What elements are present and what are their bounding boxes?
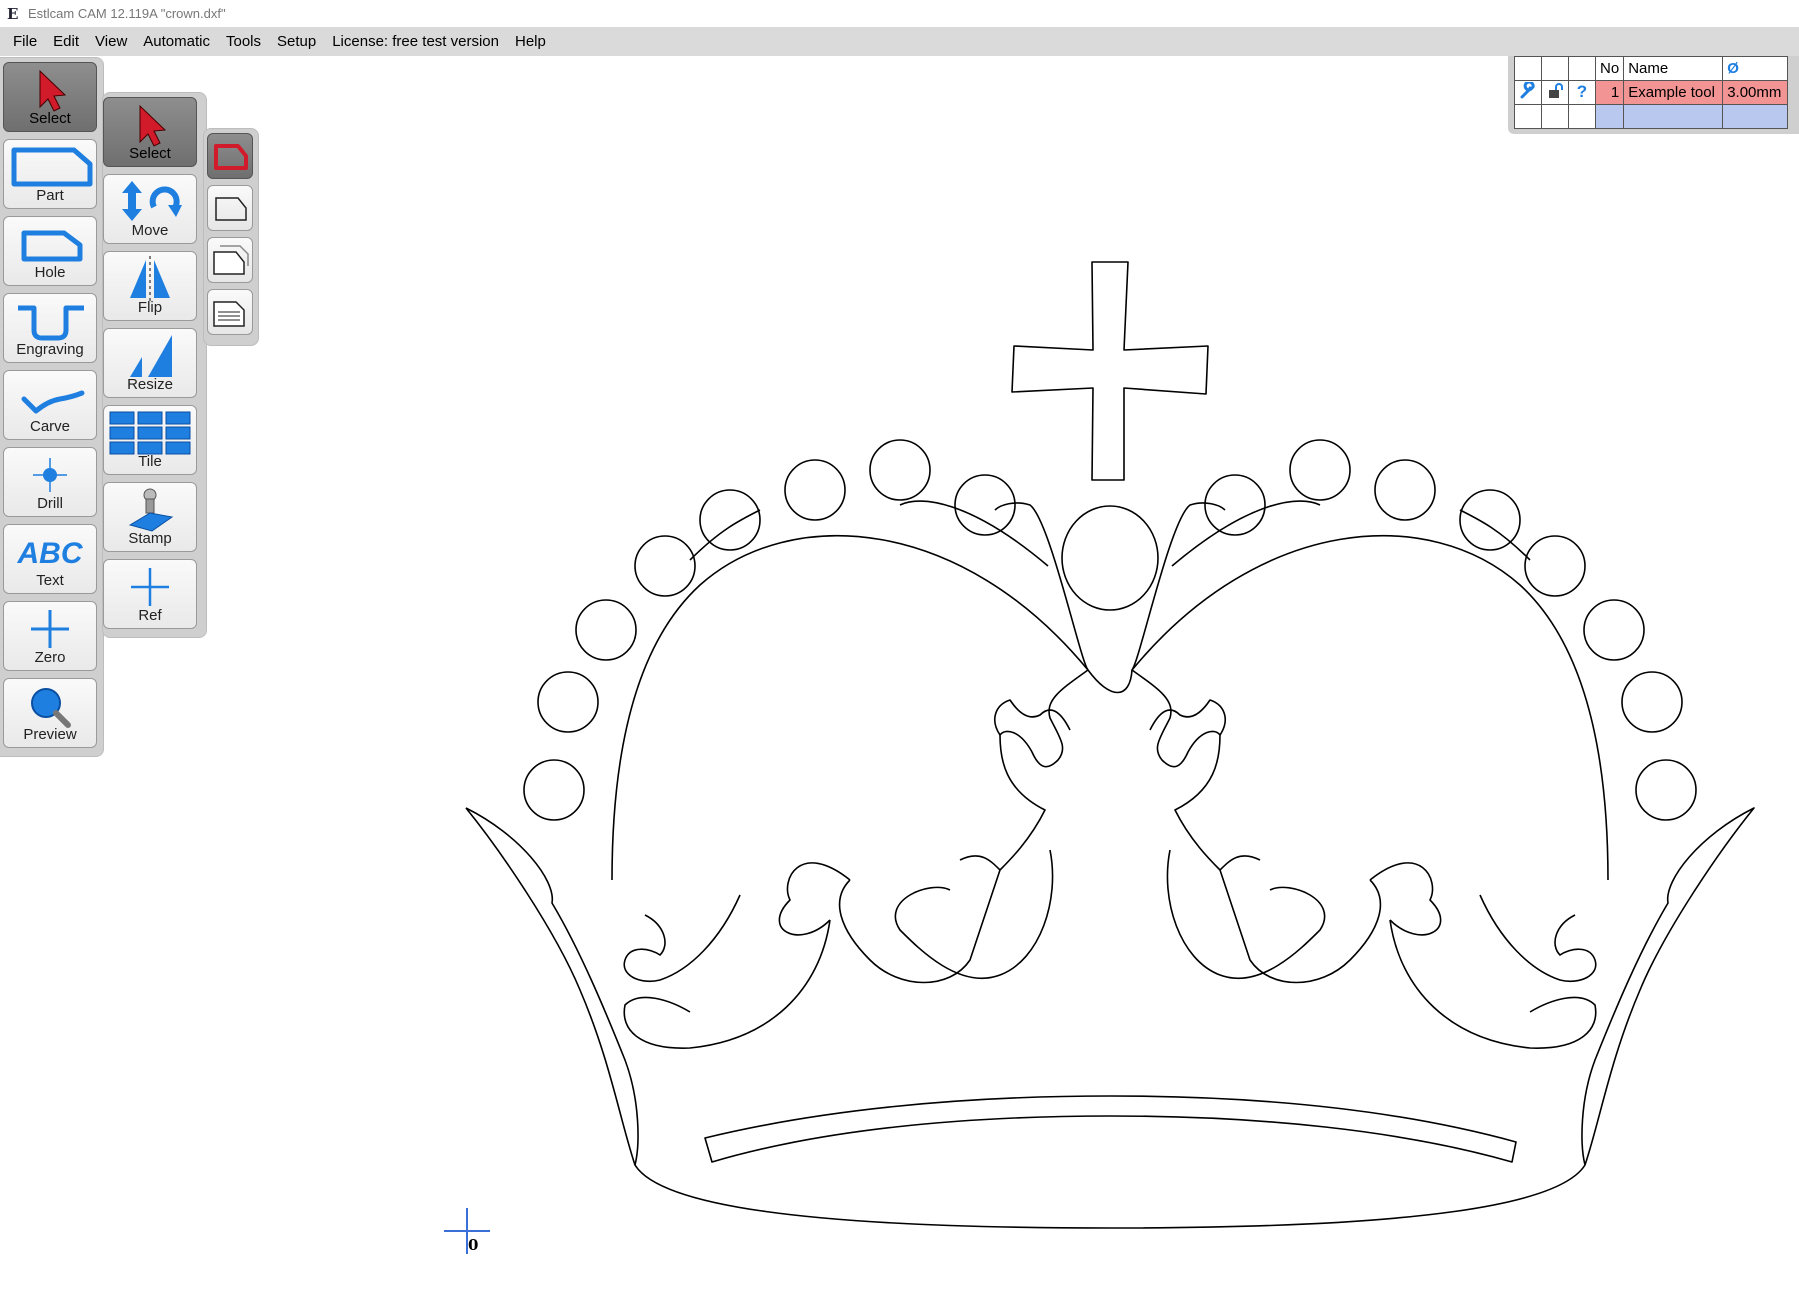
header-diameter: Ø <box>1722 56 1789 81</box>
part-button[interactable]: Part <box>3 139 97 209</box>
text-button[interactable]: ABC Text <box>3 524 97 594</box>
select-label: Select <box>29 110 71 127</box>
select-stacked-button[interactable] <box>207 237 253 283</box>
preview-label: Preview <box>23 726 77 743</box>
drill-icon <box>33 458 67 492</box>
flip-label: Flip <box>137 299 163 316</box>
table-row[interactable]: ? 1 Example tool 3.00mm <box>1514 80 1789 105</box>
menu-view[interactable]: View <box>87 27 135 56</box>
selection-mode-toolbar <box>203 128 259 346</box>
question-icon[interactable]: ? <box>1568 80 1596 105</box>
preview-button[interactable]: Preview <box>3 678 97 748</box>
hole-button[interactable]: Hole <box>3 216 97 286</box>
tile-label: Tile <box>138 453 162 470</box>
origin-zero-marker-icon <box>444 1208 490 1254</box>
zero-button[interactable]: Zero <box>3 601 97 671</box>
select-toolbar: Select Move Flip Resize Tile Stamp Ref <box>102 92 207 638</box>
carve-label: Carve <box>29 418 70 435</box>
zero-cross-icon <box>31 610 69 648</box>
flip-icon <box>130 256 170 302</box>
menu-bar: File Edit View Automatic Tools Setup Lic… <box>0 27 1799 56</box>
select-layers-icon <box>213 301 245 327</box>
carve-icon <box>21 390 85 414</box>
svg-text:?: ? <box>1577 82 1587 100</box>
tool-name[interactable]: Example tool <box>1623 80 1724 105</box>
stamp-label: Stamp <box>128 530 172 547</box>
window-title: Estlcam CAM 12.119A "crown.dxf" <box>28 6 226 21</box>
menu-setup[interactable]: Setup <box>269 27 324 56</box>
carve-button[interactable]: Carve <box>3 370 97 440</box>
text-abc-icon: ABC <box>17 537 84 570</box>
drill-label: Drill <box>37 495 63 512</box>
move-label: Move <box>131 222 169 239</box>
tool-table-panel: No Name Ø ? 1 Example tool 3.00mm <box>1508 56 1799 134</box>
part-label: Part <box>36 187 64 204</box>
drawing-canvas[interactable] <box>0 56 1799 1310</box>
stamp-button[interactable]: Stamp <box>103 482 197 552</box>
engraving-button[interactable]: Engraving <box>3 293 97 363</box>
tool-diameter[interactable]: 3.00mm <box>1722 80 1789 105</box>
part-outline-icon <box>11 147 93 187</box>
estlcam-logo-icon: E <box>4 4 24 24</box>
menu-file[interactable]: File <box>0 27 45 56</box>
resize-icon <box>130 335 172 377</box>
move-button[interactable]: Move <box>103 174 197 244</box>
cursor-arrow-icon <box>139 104 167 147</box>
tool-diameter[interactable] <box>1722 104 1789 129</box>
menu-edit[interactable]: Edit <box>45 27 87 56</box>
stamp-icon <box>128 488 174 532</box>
tile-grid-icon <box>109 411 191 455</box>
svg-text:ABC: ABC <box>17 537 84 570</box>
sub-select-label: Select <box>129 145 171 162</box>
zero-label: Zero <box>34 649 66 666</box>
resize-button[interactable]: Resize <box>103 328 197 398</box>
engraving-icon <box>18 305 84 341</box>
reference-cross-icon <box>131 568 169 606</box>
menu-help[interactable]: Help <box>507 27 554 56</box>
select-stacked-icon <box>213 245 249 275</box>
sub-select-button[interactable]: Select <box>103 97 197 167</box>
text-label: Text <box>36 572 64 589</box>
resize-label: Resize <box>127 376 173 393</box>
engraving-label: Engraving <box>16 341 84 358</box>
tile-button[interactable]: Tile <box>103 405 197 475</box>
tool-number[interactable] <box>1594 104 1625 129</box>
svg-text:E: E <box>7 6 18 22</box>
crown-drawing[interactable] <box>465 261 1755 1229</box>
select-button[interactable]: Select <box>3 62 97 132</box>
drill-button[interactable]: Drill <box>3 447 97 517</box>
hole-label: Hole <box>34 264 66 281</box>
menu-tools[interactable]: Tools <box>218 27 269 56</box>
tool-table: No Name Ø ? 1 Example tool 3.00mm <box>1514 56 1789 129</box>
crown-band <box>704 1095 1517 1163</box>
crown-orb <box>1061 505 1159 611</box>
select-outline-button[interactable] <box>207 185 253 231</box>
tool-name[interactable] <box>1623 104 1724 129</box>
wrench-icon[interactable] <box>1514 80 1542 105</box>
crown-outline <box>465 807 1755 1229</box>
flip-button[interactable]: Flip <box>103 251 197 321</box>
ref-button[interactable]: Ref <box>103 559 197 629</box>
ref-label: Ref <box>138 607 162 624</box>
main-toolbar: Select Part Hole Engraving Carve Drill A… <box>0 57 104 757</box>
origin-label: 0 <box>468 1236 479 1254</box>
menu-license[interactable]: License: free test version <box>324 27 507 56</box>
hole-outline-icon <box>21 230 83 262</box>
magnifier-icon <box>31 688 71 728</box>
select-single-icon <box>214 144 248 170</box>
select-outline-icon <box>215 197 247 221</box>
tool-number[interactable]: 1 <box>1594 80 1625 105</box>
select-single-button[interactable] <box>207 133 253 179</box>
crown-cross <box>1011 261 1209 481</box>
move-rotate-icon <box>122 181 182 221</box>
cursor-arrow-icon <box>39 69 67 112</box>
menu-automatic[interactable]: Automatic <box>135 27 218 56</box>
title-bar: E Estlcam CAM 12.119A "crown.dxf" <box>0 0 1799 27</box>
header-no: No <box>1594 56 1625 81</box>
select-layers-button[interactable] <box>207 289 253 335</box>
lock-icon[interactable] <box>1541 80 1569 105</box>
table-row[interactable] <box>1514 104 1789 129</box>
header-name: Name <box>1623 56 1724 81</box>
